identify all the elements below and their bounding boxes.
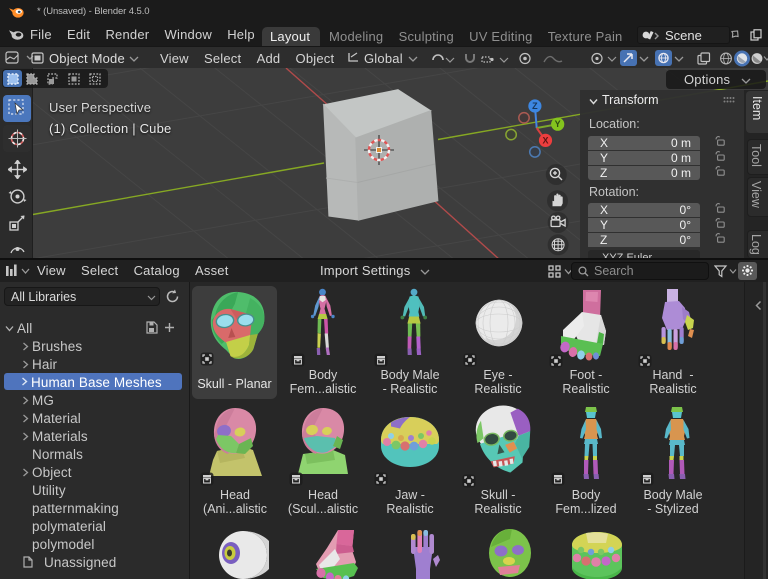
svg-text:Y: Y — [555, 119, 561, 129]
svg-text:Z: Z — [532, 101, 538, 111]
svg-text:X: X — [542, 135, 548, 145]
